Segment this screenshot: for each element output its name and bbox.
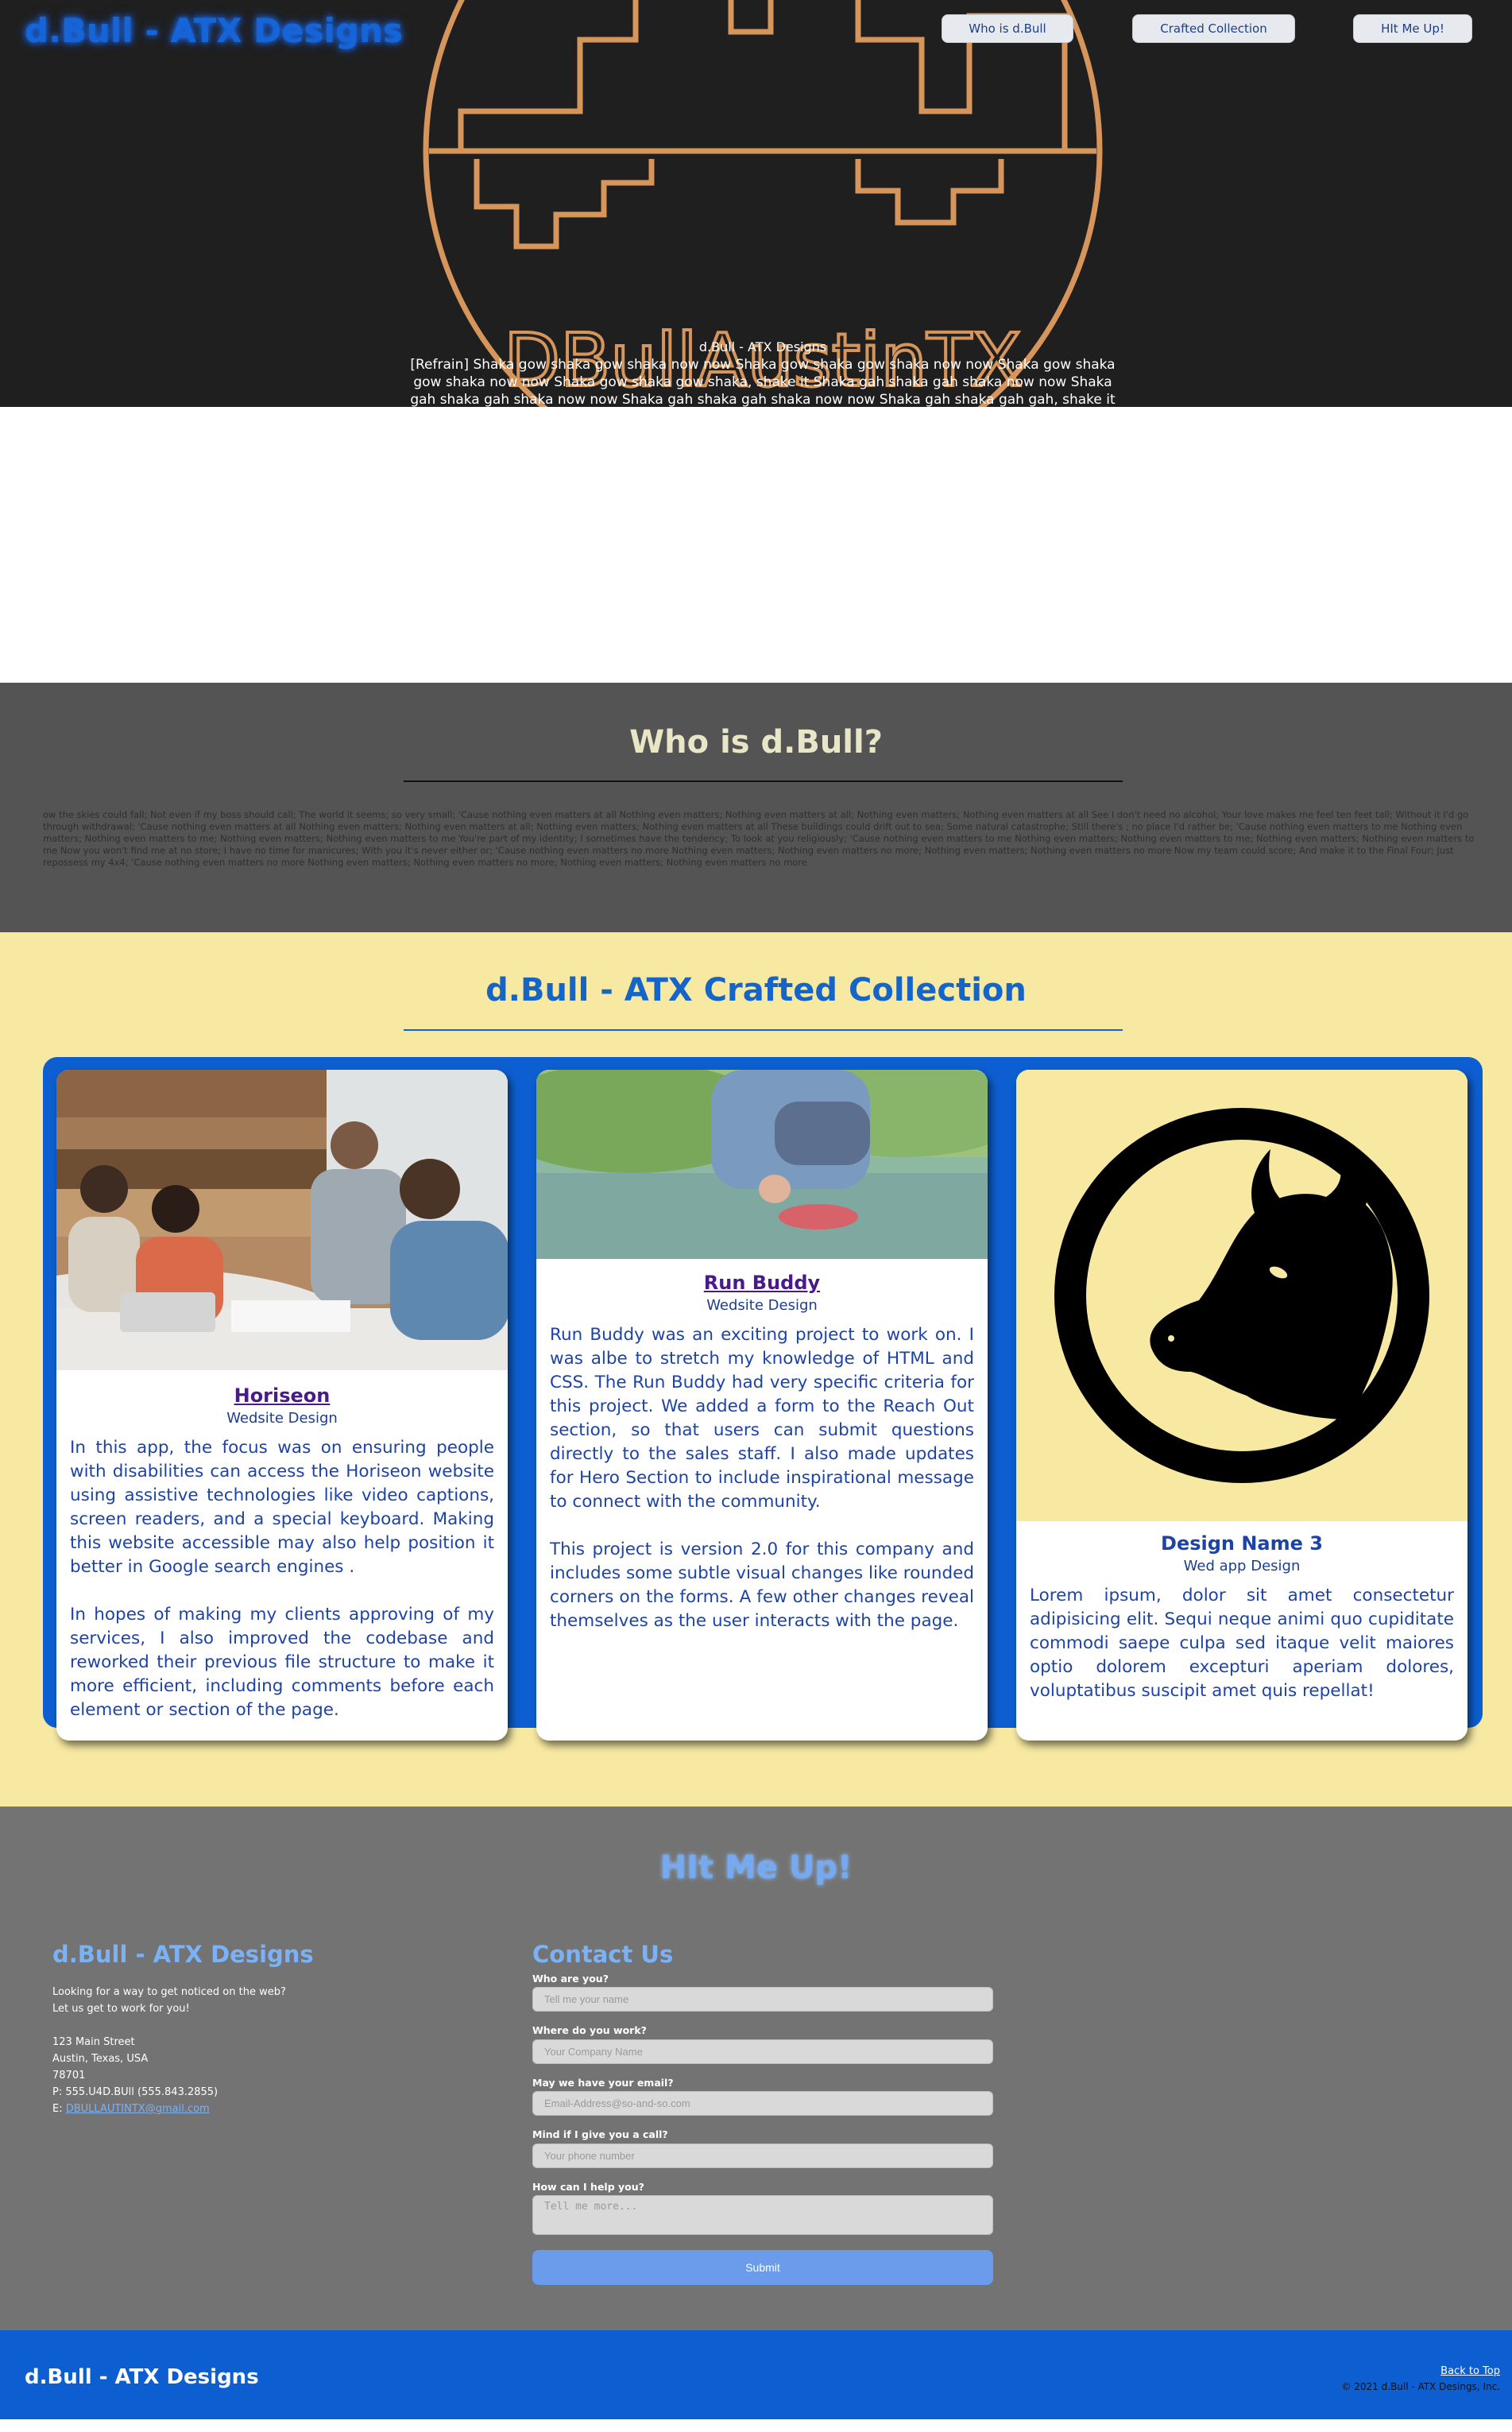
email-line: E: DBULLAUTINTX@gmail.com xyxy=(52,2101,286,2117)
hero-caption: d.Bull - ATX Designs [Refrain] Shaka gow… xyxy=(401,339,1124,407)
run-buddy-image xyxy=(536,1070,988,1259)
design-3-description: Lorem ipsum, dolor sit amet consectetur … xyxy=(1030,1586,1454,1701)
horiseon-description: In this app, the focus was on ensuring p… xyxy=(70,1438,494,1720)
contact-section: HIt Me Up! d.Bull - ATX Designs Looking … xyxy=(0,1807,1512,2330)
footer-title: d.Bull - ATX Designs xyxy=(25,2365,259,2389)
tagline-1: Looking for a way to get noticed on the … xyxy=(52,1986,286,1998)
tagline-2: Let us get to work for you! xyxy=(52,2003,190,2015)
company-label: Where do you work? xyxy=(532,2024,647,2036)
bull-icon xyxy=(1054,1108,1429,1483)
design-3-title: Design Name 3 xyxy=(1161,1532,1323,1555)
message-textarea[interactable]: Tell me more... xyxy=(532,2195,993,2235)
hero-caption-title: d.Bull - ATX Designs xyxy=(698,339,827,354)
horiseon-title-link[interactable]: Horiseon xyxy=(234,1384,331,1407)
email-field-label: May we have your email? xyxy=(532,2077,674,2089)
collection-divider xyxy=(404,1029,1123,1031)
who-heading: Who is d.Bull? xyxy=(629,724,883,761)
contact-form-title: Contact Us xyxy=(532,1941,674,1968)
contact-heading: HIt Me Up! xyxy=(659,1849,853,1886)
project-card-design-3: Design Name 3 Wed app Design Lorem ipsum… xyxy=(1016,1070,1468,1741)
collection-section: d.Bull - ATX Crafted Collection Horiseon… xyxy=(0,932,1512,1807)
submit-button[interactable]: Submit xyxy=(532,2250,993,2285)
run-buddy-title-link[interactable]: Run Buddy xyxy=(704,1272,820,1294)
name-label: Who are you? xyxy=(532,1973,609,1985)
hero-caption-text: [Refrain] Shaka gow shaka gow shaka now … xyxy=(410,357,1116,407)
horiseon-team-image xyxy=(56,1070,508,1396)
project-card-run-buddy: Run Buddy Wedsite Design Run Buddy was a… xyxy=(536,1070,988,1741)
address-zip: 78701 xyxy=(52,2070,86,2082)
bull-logo-panel xyxy=(1016,1070,1468,1521)
nav-contact-button[interactable]: HIt Me Up! xyxy=(1353,14,1472,43)
site-title[interactable]: d.Bull - ATX Designs xyxy=(25,11,403,50)
hero-section: DBullAustinTX d.Bull - ATX Designs Who i… xyxy=(0,0,1512,407)
address-street: 123 Main Street xyxy=(52,2036,135,2048)
run-buddy-description: Run Buddy was an exciting project to wor… xyxy=(550,1325,974,1631)
message-label: How can I help you? xyxy=(532,2181,644,2193)
back-to-top-link[interactable]: Back to Top xyxy=(1440,2365,1500,2377)
bottom-strip xyxy=(0,2419,1512,2432)
who-section: Who is d.Bull? ow the skies could fall; … xyxy=(0,683,1512,932)
who-text: ow the skies could fall; Not even if my … xyxy=(43,809,1475,868)
horiseon-subtitle: Wedsite Design xyxy=(226,1410,338,1427)
email-link[interactable]: DBULLAUTINTX@gmail.com xyxy=(66,2103,210,2115)
phone-label: Mind if I give you a call? xyxy=(532,2128,668,2140)
phone-number: P: 555.U4D.BUll (555.843.2855) xyxy=(52,2086,218,2098)
company-input[interactable]: Your Company Name xyxy=(532,2039,993,2064)
project-card-horiseon: Horiseon Wedsite Design In this app, the… xyxy=(56,1070,508,1741)
who-divider xyxy=(404,780,1123,782)
nav-collection-button[interactable]: Crafted Collection xyxy=(1132,14,1295,43)
collection-heading: d.Bull - ATX Crafted Collection xyxy=(485,972,1027,1009)
business-title: d.Bull - ATX Designs xyxy=(52,1941,314,1968)
email-input[interactable]: Email-Address@so-and-so.com xyxy=(532,2091,993,2116)
phone-input[interactable]: Your phone number xyxy=(532,2143,993,2168)
contact-form: Contact Us Who are you? Tell me your nam… xyxy=(532,1941,993,2285)
footer: d.Bull - ATX Designs Back to Top © 2021 … xyxy=(0,2330,1512,2419)
email-label: E: xyxy=(52,2103,63,2115)
address-city: Austin, Texas, USA xyxy=(52,2053,149,2065)
business-info: Looking for a way to get noticed on the … xyxy=(52,1984,286,2117)
name-input[interactable]: Tell me your name xyxy=(532,1987,993,2012)
collection-cards: Horiseon Wedsite Design In this app, the… xyxy=(43,1057,1483,1741)
design-3-subtitle: Wed app Design xyxy=(1183,1558,1301,1574)
nav-who-button[interactable]: Who is d.Bull xyxy=(942,14,1073,43)
copyright: © 2021 d.Bull - ATX Desings, Inc. xyxy=(1341,2381,1500,2392)
blank-spacer xyxy=(0,407,1512,683)
run-buddy-subtitle: Wedsite Design xyxy=(706,1297,818,1314)
